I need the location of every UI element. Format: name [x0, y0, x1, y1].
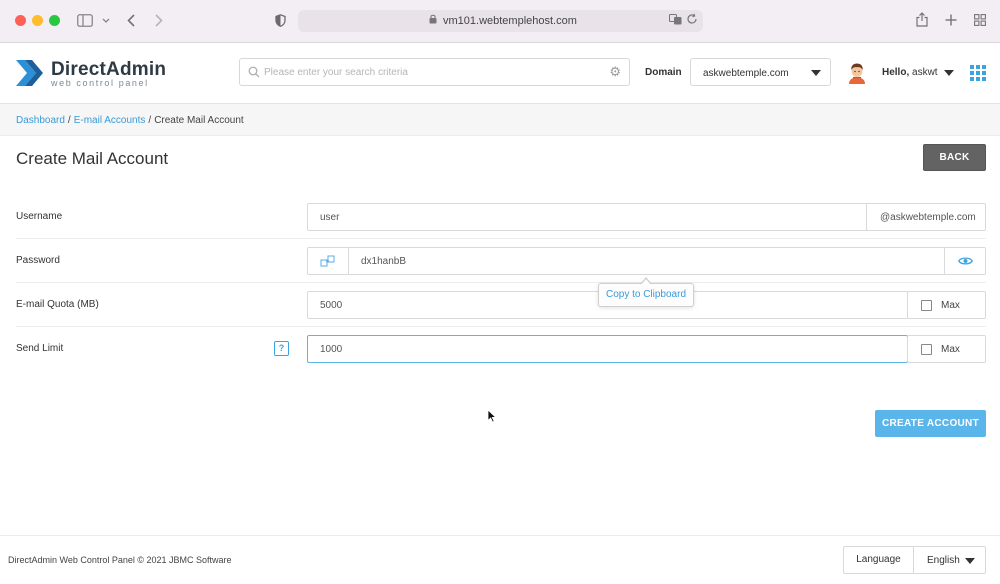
language-value: English [927, 555, 960, 566]
breadcrumb-email-accounts[interactable]: E-mail Accounts [74, 115, 146, 126]
quota-row: E-mail Quota (MB) 5000 Max [16, 283, 986, 327]
copy-to-clipboard-tooltip[interactable]: Copy to Clipboard [598, 277, 694, 307]
username-text: askwt [912, 67, 938, 78]
chevron-down-icon[interactable] [102, 18, 110, 23]
send-limit-max-option[interactable]: Max [907, 335, 986, 363]
username-value: user [320, 212, 340, 223]
directadmin-logo-icon[interactable] [16, 56, 46, 90]
breadcrumb: Dashboard / E-mail Accounts / Create Mail Ac… [16, 115, 244, 126]
domain-select[interactable]: askwebtemple.com [690, 58, 831, 86]
send-limit-row: Send Limit ? 1000 Max [16, 327, 986, 371]
minimize-window-button[interactable] [32, 15, 43, 26]
quota-max-checkbox[interactable] [921, 300, 932, 311]
logo-subtitle: web control panel [51, 78, 149, 88]
send-limit-input[interactable]: 1000 [307, 335, 908, 363]
password-value: dx1hanbB [361, 256, 407, 267]
copyright-text: DirectAdmin Web Control Panel © 2021 JBM… [8, 555, 232, 565]
url-text: vm101.webtemplehost.com [443, 15, 577, 27]
password-label: Password [16, 255, 60, 266]
breadcrumb-separator: / [67, 115, 71, 126]
mouse-cursor-icon [487, 409, 497, 423]
username-label: Username [16, 211, 63, 222]
caret-down-icon [965, 558, 975, 564]
quota-max-label: Max [941, 300, 960, 311]
domain-label: Domain [645, 67, 682, 78]
create-account-button[interactable]: CREATE ACCOUNT [875, 410, 986, 437]
zoom-window-button[interactable] [49, 15, 60, 26]
back-arrow-icon[interactable] [127, 14, 135, 27]
caret-down-icon [811, 70, 821, 76]
search-box: ⚙ [239, 58, 630, 86]
username-field[interactable]: user @askwebtemple.com [307, 203, 986, 231]
search-input[interactable] [264, 59, 604, 85]
help-icon[interactable]: ? [274, 341, 289, 356]
share-icon[interactable] [916, 12, 928, 27]
breadcrumb-dashboard[interactable]: Dashboard [16, 115, 65, 126]
send-limit-value: 1000 [320, 344, 343, 355]
quota-label: E-mail Quota (MB) [16, 299, 99, 310]
domain-suffix: @askwebtemple.com [866, 204, 985, 230]
lock-icon [429, 14, 437, 24]
password-row: Password dx1hanbB [16, 239, 986, 283]
generate-password-button[interactable] [308, 248, 349, 274]
send-limit-max-checkbox[interactable] [921, 344, 932, 355]
quota-value: 5000 [320, 300, 343, 311]
address-bar[interactable]: vm101.webtemplehost.com [298, 10, 703, 32]
language-label: Language [844, 547, 914, 573]
new-tab-icon[interactable] [945, 14, 957, 26]
breadcrumb-separator: / [148, 115, 152, 126]
shield-icon[interactable] [275, 14, 286, 27]
gear-icon[interactable]: ⚙ [609, 65, 621, 78]
page-title: Create Mail Account [16, 149, 169, 168]
breadcrumb-bar: Dashboard / E-mail Accounts / Create Mail Ac… [0, 104, 1000, 136]
apps-grid-icon[interactable] [970, 65, 986, 81]
password-field[interactable]: dx1hanbB [307, 247, 986, 275]
domain-value: askwebtemple.com [703, 68, 789, 79]
sidebar-icon[interactable] [77, 14, 93, 27]
quota-max-option[interactable]: Max [907, 291, 986, 319]
translate-icon[interactable] [669, 14, 682, 25]
forward-arrow-icon[interactable] [155, 14, 163, 27]
app-header: DirectAdmin web control panel ⚙ Domain a… [0, 43, 1000, 104]
language-select[interactable]: Language English [843, 546, 986, 574]
breadcrumb-current: Create Mail Account [154, 115, 244, 126]
toggle-visibility-button[interactable] [944, 248, 985, 274]
user-greeting[interactable]: Hello, askwt [882, 67, 938, 78]
tab-overview-icon[interactable] [974, 14, 986, 26]
back-button[interactable]: BACK [923, 144, 986, 171]
browser-toolbar: vm101.webtemplehost.com [0, 0, 1000, 43]
reload-icon[interactable] [686, 13, 698, 25]
send-limit-label: Send Limit [16, 343, 64, 354]
search-icon [248, 66, 260, 78]
send-limit-max-label: Max [941, 344, 960, 355]
shuffle-icon [320, 255, 335, 267]
user-menu-caret-icon[interactable] [944, 70, 954, 76]
close-window-button[interactable] [15, 15, 26, 26]
avatar[interactable] [847, 62, 867, 84]
username-row: Username user @askwebtemple.com [16, 195, 986, 239]
greeting-prefix: Hello, [882, 67, 910, 78]
domain-suffix-text: @askwebtemple.com [880, 212, 976, 223]
footer: DirectAdmin Web Control Panel © 2021 JBM… [0, 535, 1000, 584]
eye-icon [958, 257, 973, 265]
